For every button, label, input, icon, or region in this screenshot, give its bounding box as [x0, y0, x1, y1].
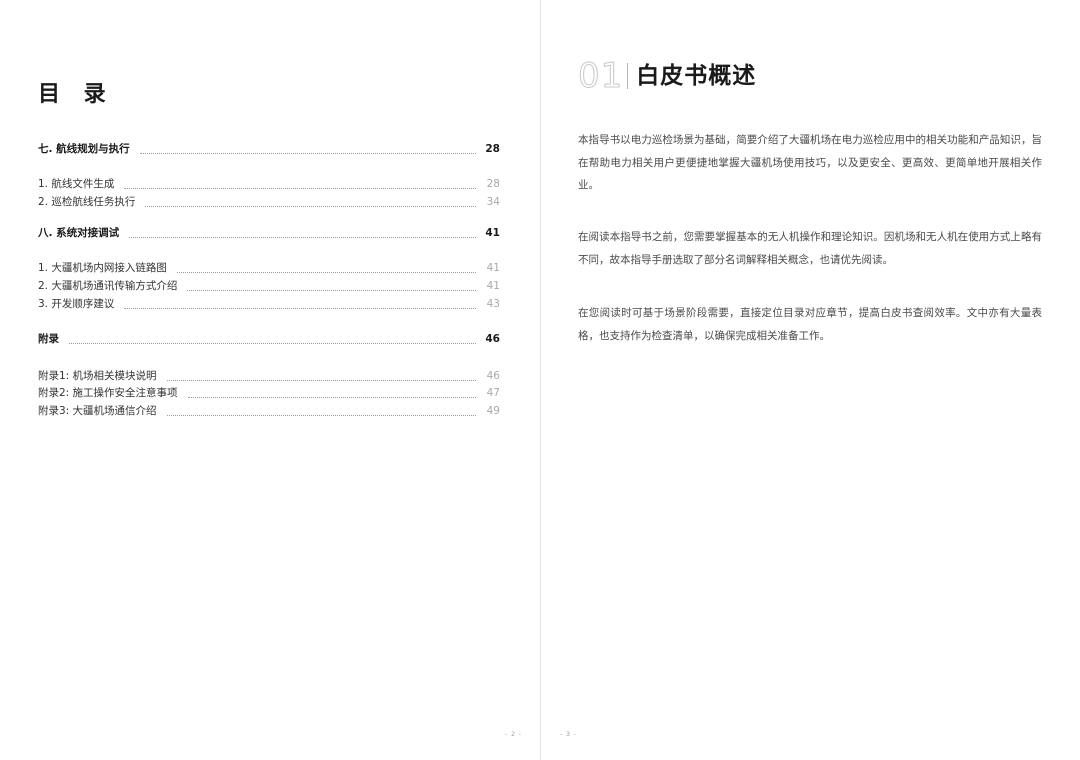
toc-entry-label: 八. 系统对接调试	[38, 227, 120, 239]
toc-entry-label: 2. 巡检航线任务执行	[38, 196, 136, 208]
toc-entry[interactable]: 2. 大疆机场通讯传输方式介绍 41	[38, 278, 500, 294]
table-of-contents: 七. 航线规划与执行 28 1. 航线文件生成 28 2. 巡检航线任务执行 3…	[38, 0, 500, 760]
toc-entry[interactable]: 附录3: 大疆机场通信介绍 49	[38, 403, 500, 419]
toc-leader-dots	[129, 227, 476, 238]
toc-entry-page: 46	[485, 333, 500, 345]
toc-leader-dots	[69, 333, 476, 344]
page-number: - 2 -	[505, 731, 522, 738]
toc-leader-dots	[166, 405, 476, 416]
toc-entry[interactable]: 1. 大疆机场内网接入链路图 41	[38, 260, 500, 276]
toc-entry-page: 43	[486, 298, 500, 310]
chapter-number: 01	[577, 56, 624, 97]
left-page: 目 录 七. 航线规划与执行 28 1. 航线文件生成 28 2. 巡检航线任务…	[0, 0, 540, 760]
toc-leader-dots	[139, 143, 476, 154]
toc-entry[interactable]: 附录2: 施工操作安全注意事项 47	[38, 385, 500, 401]
toc-entry-label: 3. 开发顺序建议	[38, 298, 115, 310]
toc-entry-page: 49	[486, 405, 500, 417]
toc-entry-page: 46	[486, 370, 500, 382]
page-number: - 3 -	[560, 731, 577, 738]
chapter-heading: 01 白皮书概述	[577, 56, 757, 97]
toc-entry-page: 34	[486, 196, 500, 208]
toc-entry-label: 附录2: 施工操作安全注意事项	[38, 387, 178, 399]
chapter-divider	[627, 63, 629, 89]
chapter-title: 白皮书概述	[636, 63, 757, 89]
toc-entry[interactable]: 七. 航线规划与执行 28	[38, 141, 500, 157]
toc-entry[interactable]: 八. 系统对接调试 41	[38, 225, 500, 241]
right-page: 01 白皮书概述 本指导书以电力巡检场景为基础，简要介绍了大疆机场在电力巡检应用…	[541, 0, 1080, 760]
toc-leader-dots	[176, 262, 476, 273]
toc-entry-page: 47	[486, 387, 500, 399]
toc-leader-dots	[145, 196, 476, 207]
toc-entry-label: 2. 大疆机场通讯传输方式介绍	[38, 280, 178, 292]
toc-entry-label: 1. 大疆机场内网接入链路图	[38, 262, 167, 274]
toc-entry-label: 七. 航线规划与执行	[38, 143, 130, 155]
toc-entry[interactable]: 1. 航线文件生成 28	[38, 176, 500, 192]
toc-entry[interactable]: 附录 46	[38, 331, 500, 347]
body-paragraph: 在您阅读时可基于场景阶段需要，直接定位目录对应章节，提高白皮书查阅效率。文中亦有…	[578, 307, 1042, 342]
toc-entry-page: 41	[485, 227, 500, 239]
toc-leader-dots	[124, 298, 476, 309]
toc-entry[interactable]: 2. 巡检航线任务执行 34	[38, 194, 500, 210]
body-paragraph: 本指导书以电力巡检场景为基础，简要介绍了大疆机场在电力巡检应用中的相关功能和产品…	[578, 134, 1042, 191]
toc-leader-dots	[166, 370, 476, 381]
toc-entry-page: 41	[486, 262, 500, 274]
toc-entry-label: 附录	[38, 333, 59, 345]
toc-entry-label: 附录3: 大疆机场通信介绍	[38, 405, 157, 417]
toc-entry-label: 附录1: 机场相关模块说明	[38, 370, 157, 382]
toc-entry[interactable]: 3. 开发顺序建议 43	[38, 296, 500, 312]
body-paragraph: 在阅读本指导书之前，您需要掌握基本的无人机操作和理论知识。因机场和无人机在使用方…	[578, 231, 1042, 266]
toc-leader-dots	[187, 387, 476, 398]
toc-entry-page: 28	[486, 178, 500, 190]
toc-entry-label: 1. 航线文件生成	[38, 178, 115, 190]
toc-entry[interactable]: 附录1: 机场相关模块说明 46	[38, 368, 500, 384]
toc-leader-dots	[124, 178, 476, 189]
toc-entry-page: 41	[486, 280, 500, 292]
toc-entry-page: 28	[485, 143, 500, 155]
toc-leader-dots	[187, 280, 476, 291]
